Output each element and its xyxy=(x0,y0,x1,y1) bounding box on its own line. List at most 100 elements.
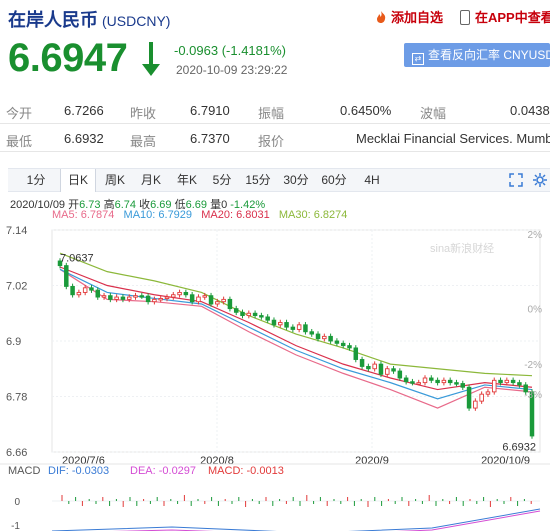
tab-5min[interactable]: 5分 xyxy=(206,169,238,191)
prev-close-label: 昨收 xyxy=(130,106,157,121)
macd-y-tick: 0 xyxy=(14,497,20,508)
open-label: 今开 xyxy=(6,106,33,121)
macd-legend: DIF: -0.0303 xyxy=(48,465,109,477)
candle xyxy=(322,335,327,340)
candle xyxy=(334,340,340,344)
tab-60min[interactable]: 60分 xyxy=(316,169,352,191)
candle xyxy=(391,368,396,372)
quote-source-value: Mecklai Financial Services. Mumbai xyxy=(356,131,550,146)
tab-30min[interactable]: 30分 xyxy=(278,169,314,191)
candle xyxy=(208,295,214,305)
candle xyxy=(347,345,352,349)
candle xyxy=(378,363,384,375)
low-value: 6.6932 xyxy=(64,131,104,146)
candle xyxy=(422,377,428,384)
title-text: 在岸人民币 xyxy=(8,10,98,30)
symbol-code: (USDCNY) xyxy=(102,13,171,29)
candle xyxy=(366,365,371,370)
fullscreen-icon[interactable] xyxy=(508,172,524,188)
tab-1min[interactable]: 1分 xyxy=(20,169,52,191)
candle xyxy=(485,391,491,395)
macd-legend: MACD xyxy=(8,465,40,477)
candle xyxy=(309,331,314,335)
candle xyxy=(233,308,239,313)
candle xyxy=(120,296,126,300)
tab-yearly[interactable]: 年K xyxy=(170,169,204,191)
kline-chart[interactable]: sina新浪财经 7.14 7.02 6.9 6.78 6.66 2% 0% -2% -3% 20… xyxy=(0,222,550,531)
add-favorite-button[interactable]: 添加自选 xyxy=(374,7,443,26)
candle xyxy=(429,377,434,381)
tab-4h[interactable]: 4H xyxy=(356,169,388,191)
candle xyxy=(89,287,94,291)
settings-icon[interactable] xyxy=(532,172,548,188)
current-price: 6.6947 xyxy=(8,36,128,80)
macd-legend: MACD: -0.0013 xyxy=(208,465,284,477)
candle xyxy=(447,379,453,384)
candle xyxy=(95,289,101,298)
candle xyxy=(171,294,176,298)
chart-period-tabs: 1分 日K 周K 月K 年K 5分 15分 30分 60分 4H xyxy=(8,168,550,192)
candle xyxy=(491,379,497,393)
candle xyxy=(397,370,403,379)
add-favorite-label: 添加自选 xyxy=(391,10,444,25)
y-tick-label: 7.02 xyxy=(6,281,27,293)
candle xyxy=(435,379,440,384)
candle xyxy=(145,295,151,303)
high-label: 最高 xyxy=(130,134,157,149)
tab-daily[interactable]: 日K xyxy=(60,169,96,192)
min-price-label: 6.6932 xyxy=(502,442,536,454)
candle xyxy=(473,400,478,409)
y-tick-label: 6.66 xyxy=(6,447,27,459)
candle xyxy=(139,295,145,298)
view-in-app-link[interactable]: 在APP中查看 xyxy=(460,7,550,26)
candle xyxy=(303,324,308,333)
candle xyxy=(246,312,252,317)
candle xyxy=(189,294,195,303)
ma10-value: MA10: 6.7929 xyxy=(123,209,193,221)
reverse-rate-button[interactable]: ⇄ 查看反向汇率 CNYUSD xyxy=(404,43,550,67)
pct-tick-label: -3% xyxy=(524,390,542,401)
candle xyxy=(133,295,138,298)
candle xyxy=(460,383,466,388)
reverse-rate-label: 查看反向汇率 CNYUSD xyxy=(428,48,550,62)
swap-icon: ⇄ xyxy=(412,53,424,65)
candle xyxy=(403,377,409,383)
candle xyxy=(372,363,377,370)
candle xyxy=(252,312,258,317)
view-in-app-label: 在APP中查看 xyxy=(475,10,550,25)
candle xyxy=(221,298,226,303)
candle xyxy=(271,319,277,326)
prev-close-value: 6.7910 xyxy=(190,103,230,118)
pct-tick-label: 0% xyxy=(528,305,543,316)
volatility-value: 0.0438 xyxy=(510,103,550,118)
candle xyxy=(466,386,472,409)
arrow-down-icon xyxy=(142,42,160,76)
candle xyxy=(290,326,296,330)
y-tick-label: 7.14 xyxy=(6,225,27,237)
page-title: 在岸人民币 (USDCNY) xyxy=(8,6,170,32)
tab-weekly[interactable]: 周K xyxy=(98,169,132,191)
x-tick-label: 2020/10/9 xyxy=(481,455,530,467)
candle xyxy=(328,335,333,342)
ma30-value: MA30: 6.8274 xyxy=(278,209,348,221)
candle xyxy=(385,368,390,375)
candle xyxy=(315,333,321,340)
phone-icon xyxy=(460,10,470,25)
candle xyxy=(510,379,516,384)
ma20-value: MA20: 6.8031 xyxy=(201,209,270,221)
tab-15min[interactable]: 15分 xyxy=(240,169,276,191)
amplitude-label: 振幅 xyxy=(258,106,285,121)
candle xyxy=(202,295,207,298)
candle xyxy=(259,315,264,318)
stats-row: 今开 6.7266 昨收 6.7910 振幅 0.6450% 波幅 0.0438 xyxy=(0,96,550,124)
candle xyxy=(454,382,459,385)
volatility-label: 波幅 xyxy=(420,106,447,121)
tab-monthly[interactable]: 月K xyxy=(134,169,168,191)
pct-tick-label: 2% xyxy=(528,230,543,241)
candle xyxy=(158,297,163,301)
macd-legend: DEA: -0.0297 xyxy=(130,465,196,477)
candle xyxy=(353,347,359,360)
x-tick-label: 2020/9 xyxy=(355,455,389,467)
candle xyxy=(114,296,119,300)
candle xyxy=(498,379,503,384)
